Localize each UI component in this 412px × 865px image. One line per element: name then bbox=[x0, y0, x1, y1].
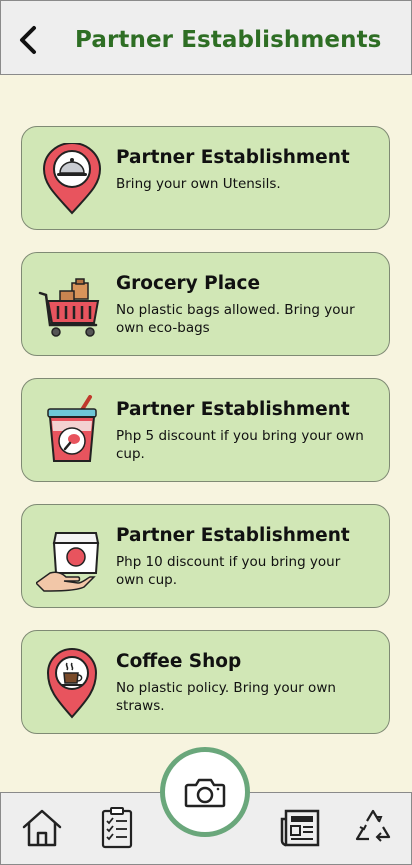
card-title: Partner Establishment bbox=[116, 525, 350, 546]
card-description: Php 10 discount if you bring your own cu… bbox=[116, 554, 341, 588]
card-description: Bring your own Utensils. bbox=[116, 176, 281, 192]
nav-recycle-button[interactable] bbox=[351, 805, 395, 849]
card-title: Partner Establishment bbox=[116, 147, 350, 168]
takeout-box-hand-icon bbox=[36, 532, 100, 592]
back-button[interactable] bbox=[11, 23, 45, 57]
nav-home-button[interactable] bbox=[20, 805, 64, 849]
home-icon bbox=[22, 809, 62, 847]
establishment-card[interactable]: Partner Establishment Bring your own Ute… bbox=[21, 126, 390, 230]
checklist-icon bbox=[101, 807, 133, 849]
establishment-card[interactable]: Coffee Shop No plastic policy. Bring you… bbox=[21, 630, 390, 734]
card-description: Php 5 discount if you bring your own cup… bbox=[116, 428, 364, 462]
page-title: Partner Establishments bbox=[75, 27, 382, 53]
card-title: Coffee Shop bbox=[116, 651, 242, 672]
recycle-icon bbox=[355, 809, 391, 842]
establishment-card[interactable]: Grocery Place No plastic bags allowed. B… bbox=[21, 252, 390, 356]
card-title: Grocery Place bbox=[116, 273, 261, 294]
news-icon bbox=[280, 809, 320, 847]
coffee-location-pin-icon bbox=[46, 648, 98, 719]
establishment-card[interactable]: Partner Establishment Php 5 discount if … bbox=[21, 378, 390, 482]
nav-checklist-button[interactable] bbox=[95, 805, 139, 849]
drink-cup-icon bbox=[47, 395, 97, 462]
establishment-card[interactable]: Partner Establishment Php 10 discount if… bbox=[21, 504, 390, 608]
app-header: Partner Establishments bbox=[0, 0, 412, 75]
back-arrow-icon bbox=[20, 26, 36, 54]
camera-button[interactable] bbox=[160, 747, 250, 837]
shopping-cart-icon bbox=[38, 278, 100, 337]
food-location-pin-icon bbox=[42, 143, 102, 215]
camera-icon bbox=[184, 778, 226, 808]
nav-news-button[interactable] bbox=[278, 805, 322, 849]
card-title: Partner Establishment bbox=[116, 399, 350, 420]
card-description: No plastic bags allowed. Bring your own … bbox=[116, 302, 355, 336]
card-description: No plastic policy. Bring your own straws… bbox=[116, 680, 336, 714]
